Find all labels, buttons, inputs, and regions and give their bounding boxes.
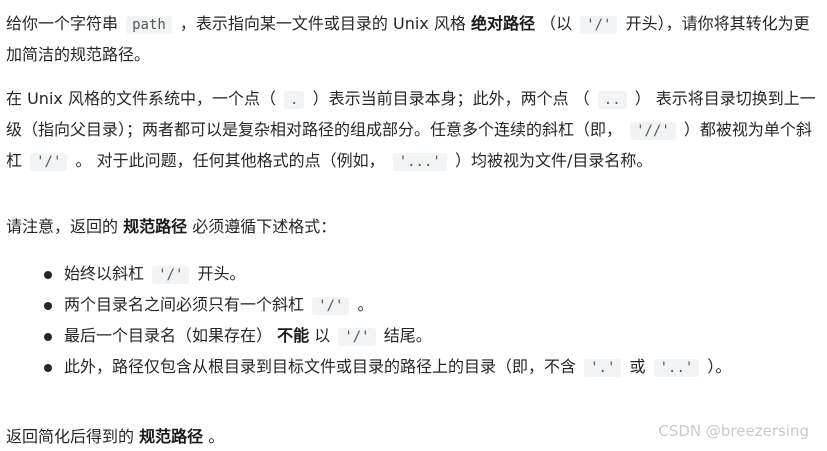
bullet-icon	[44, 333, 52, 341]
text-span: 始终以斜杠	[64, 264, 145, 283]
text-span: ）均被视为文件/目录名称。	[454, 151, 653, 170]
list-item: 最后一个目录名（如果存在） 不能 以 '/' 结尾。	[6, 321, 821, 352]
bullet-icon	[44, 271, 52, 279]
text-span: 两个目录名之间必须只有一个斜杠	[64, 295, 305, 314]
text-span: 请注意，返回的	[6, 217, 119, 236]
inline-code: '/'	[338, 328, 376, 346]
text-span: 最后一个目录名（如果存在）	[64, 326, 273, 345]
inline-code: '..'	[653, 359, 700, 377]
format-rules-list: 始终以斜杠 '/' 开头。 两个目录名之间必须只有一个斜杠 '/' 。 最后一个…	[6, 259, 821, 383]
inline-code: '.'	[584, 359, 622, 377]
unix-rules-paragraph: 在 Unix 风格的文件系统中，一个点（ . ）表示当前目录本身；此外，两个点 …	[6, 84, 821, 177]
text-span: 。	[208, 427, 225, 446]
text-span: 结尾。	[383, 326, 432, 345]
csdn-watermark: CSDN @breezersing	[658, 422, 809, 440]
inline-code: .	[284, 91, 305, 109]
text-span: ）。	[707, 357, 732, 376]
text-span: （以	[540, 14, 573, 33]
inline-code: '/'	[312, 297, 350, 315]
text-span: 。 对于此问题，任何其他格式的点（例如，	[75, 151, 385, 170]
bullet-icon	[44, 302, 52, 310]
inline-code: ..	[597, 91, 627, 109]
text-span: 此外，路径仅包含从根目录到目标文件或目录的路径上的目录（即，不含	[64, 357, 577, 376]
inline-code: '/'	[580, 16, 618, 34]
bold-term: 不能	[277, 326, 310, 345]
bold-term: 规范路径	[123, 217, 188, 236]
bold-term: 绝对路径	[470, 14, 535, 33]
text-span: 返回简化后得到的	[6, 427, 135, 446]
list-item: 两个目录名之间必须只有一个斜杠 '/' 。	[6, 290, 821, 321]
text-span: 以	[314, 326, 331, 345]
intro-paragraph: 给你一个字符串 path ，表示指向某一文件或目录的 Unix 风格 绝对路径 …	[6, 9, 821, 69]
text-span: ，表示指向某一文件或目录的 Unix 风格	[179, 14, 466, 33]
inline-code: '/'	[152, 266, 190, 284]
text-span: 或	[629, 357, 646, 376]
inline-code: path	[126, 16, 172, 34]
text-span: 。	[357, 295, 374, 314]
text-span: 给你一个字符串	[6, 14, 119, 33]
format-intro-paragraph: 请注意，返回的 规范路径 必须遵循下述格式：	[6, 212, 821, 241]
text-span: 在 Unix 风格的文件系统中，一个点（	[6, 89, 276, 108]
inline-code: '//'	[630, 122, 676, 140]
bullet-icon	[44, 364, 52, 372]
list-item: 此外，路径仅包含从根目录到目标文件或目录的路径上的目录（即，不含 '.' 或 '…	[6, 352, 821, 383]
text-span: 开头。	[197, 264, 246, 283]
inline-code: '...'	[392, 153, 447, 171]
bold-term: 规范路径	[139, 427, 204, 446]
text-span: ）表示当前目录本身；此外，两个点 （	[312, 89, 590, 108]
inline-code: '/'	[30, 153, 68, 171]
list-item: 始终以斜杠 '/' 开头。	[6, 259, 821, 290]
text-span: 必须遵循下述格式：	[192, 217, 337, 236]
